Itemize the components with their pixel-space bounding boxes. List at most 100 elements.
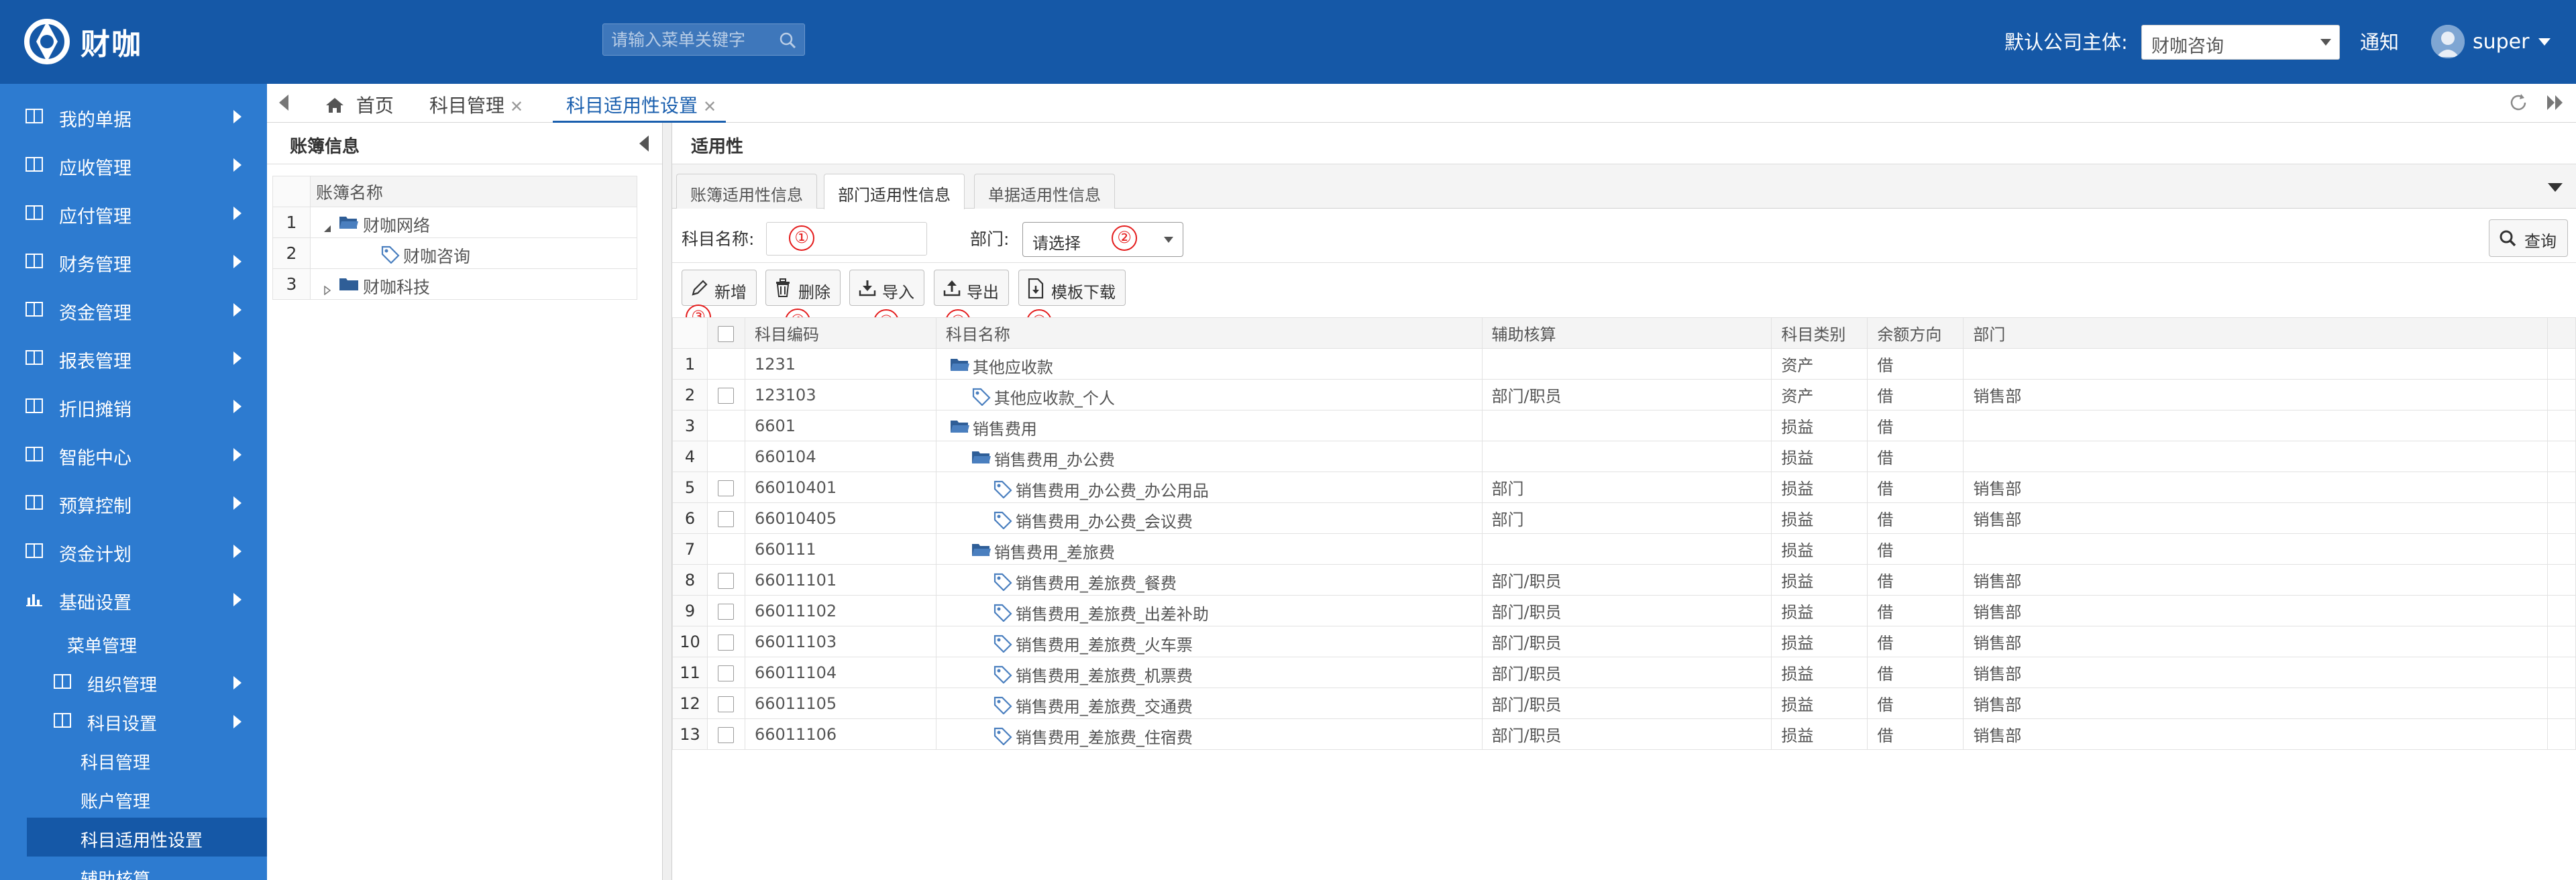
tab-scroll-right-icon[interactable] xyxy=(2545,93,2565,115)
row-checkbox-cell[interactable] xyxy=(706,533,745,565)
cell-name[interactable]: 销售费用 xyxy=(935,410,1483,441)
checkbox[interactable] xyxy=(718,480,735,496)
cell-name[interactable]: 销售费用_办公费 xyxy=(935,441,1483,472)
row-checkbox-cell[interactable] xyxy=(706,718,745,750)
sidebar-item-depreciation[interactable]: 折旧摊销 xyxy=(0,382,267,430)
column-header-balance[interactable]: 余额方向 xyxy=(1867,317,1964,349)
cell-name[interactable]: 其他应收款 xyxy=(935,348,1483,380)
checkbox[interactable] xyxy=(718,634,735,651)
checkbox[interactable] xyxy=(718,696,735,712)
checkbox[interactable] xyxy=(718,726,735,743)
sidebar-item-my-documents[interactable]: 我的单据 xyxy=(0,92,267,140)
tree-node[interactable]: 财咖咨询 xyxy=(310,237,637,269)
table-row[interactable]: 3 6601 销售费用 损益借 xyxy=(672,410,2576,441)
row-checkbox-cell[interactable] xyxy=(706,564,745,596)
sidebar-item-payables[interactable]: 应付管理 xyxy=(0,188,267,237)
table-row[interactable]: 13 66011106 销售费用_差旅费_住宿费 部门/职员 损益借销售部 xyxy=(672,718,2576,750)
close-icon[interactable]: ✕ xyxy=(703,97,716,116)
sidebar-item-fund-plan[interactable]: 资金计划 xyxy=(0,527,267,575)
row-checkbox-cell[interactable] xyxy=(706,657,745,688)
cell-name[interactable]: 销售费用_差旅费_交通费 xyxy=(935,688,1483,719)
checkbox[interactable] xyxy=(718,510,735,527)
tab-subject-applicability[interactable]: 科目适用性设置 ✕ xyxy=(553,84,727,123)
table-row[interactable]: 3 财咖科技 xyxy=(272,268,637,300)
sidebar-sub-menu-mgmt[interactable]: 菜单管理 xyxy=(0,623,267,662)
row-checkbox-cell[interactable] xyxy=(706,472,745,503)
tree-collapse-icon[interactable] xyxy=(323,280,332,299)
row-checkbox-cell[interactable] xyxy=(706,410,745,441)
cell-name[interactable]: 销售费用_差旅费_火车票 xyxy=(935,626,1483,657)
tab-ledger-applicability[interactable]: 账簿适用性信息 xyxy=(676,174,817,209)
search-icon[interactable] xyxy=(779,32,796,49)
import-button[interactable]: 导入 xyxy=(849,270,924,306)
notify-link[interactable]: 通知 xyxy=(2360,27,2399,55)
template-download-button[interactable]: 模板下载 xyxy=(1018,270,1126,306)
checkbox[interactable] xyxy=(718,325,735,342)
table-row[interactable]: 7 660111 销售费用_差旅费 损益借 xyxy=(672,533,2576,565)
row-checkbox-cell[interactable] xyxy=(706,626,745,657)
select-all-checkbox[interactable] xyxy=(706,317,745,349)
tab-dept-applicability[interactable]: 部门适用性信息 xyxy=(824,174,965,209)
panel-splitter[interactable] xyxy=(663,123,672,880)
delete-button[interactable]: 删除 xyxy=(765,270,841,306)
tab-scroll-left-icon[interactable] xyxy=(279,95,288,111)
table-row[interactable]: 11 66011104 销售费用_差旅费_机票费 部门/职员 损益借销售部 xyxy=(672,657,2576,688)
column-header-name[interactable]: 科目名称 xyxy=(935,317,1483,349)
cell-name[interactable]: 销售费用_差旅费_出差补助 xyxy=(935,595,1483,626)
tree-expand-icon[interactable] xyxy=(323,218,332,237)
row-checkbox-cell[interactable] xyxy=(706,441,745,472)
sidebar-sub-subject-settings[interactable]: 科目设置 xyxy=(0,701,267,740)
row-checkbox-cell[interactable] xyxy=(706,502,745,534)
checkbox[interactable] xyxy=(718,387,735,404)
table-row[interactable]: 5 66010401 销售费用_办公费_办公用品 部门 损益借销售部 xyxy=(672,472,2576,503)
menu-search-input[interactable] xyxy=(603,24,771,55)
tab-home[interactable]: 首页 xyxy=(325,84,394,123)
checkbox[interactable] xyxy=(718,572,735,589)
sidebar-item-funds[interactable]: 资金管理 xyxy=(0,285,267,333)
sidebar-sub-subject-applicability[interactable]: 科目适用性设置 xyxy=(27,818,267,857)
add-button[interactable]: 新增 xyxy=(682,270,757,306)
tree-node[interactable]: 财咖网络 xyxy=(310,207,637,238)
sidebar-item-budget[interactable]: 预算控制 xyxy=(0,478,267,527)
sidebar-sub-account-mgmt[interactable]: 账户管理 xyxy=(0,779,267,818)
table-row[interactable]: 6 66010405 销售费用_办公费_会议费 部门 损益借销售部 xyxy=(672,502,2576,534)
checkbox[interactable] xyxy=(718,603,735,620)
menu-search-box[interactable] xyxy=(602,23,805,56)
company-select[interactable]: 财咖咨询 xyxy=(2141,25,2340,60)
tree-node[interactable]: 财咖科技 xyxy=(310,268,637,300)
row-checkbox-cell[interactable] xyxy=(706,379,745,410)
row-checkbox-cell[interactable] xyxy=(706,348,745,380)
app-logo[interactable]: 财咖 xyxy=(23,15,142,68)
refresh-icon[interactable] xyxy=(2508,92,2529,116)
tab-doc-applicability[interactable]: 单据适用性信息 xyxy=(974,174,1115,209)
tab-subject-mgmt[interactable]: 科目管理 ✕ xyxy=(429,84,523,123)
table-row[interactable]: 12 66011105 销售费用_差旅费_交通费 部门/职员 损益借销售部 xyxy=(672,688,2576,719)
sidebar-item-smart-center[interactable]: 智能中心 xyxy=(0,430,267,478)
row-checkbox-cell[interactable] xyxy=(706,688,745,719)
collapse-left-icon[interactable] xyxy=(639,135,649,152)
user-menu[interactable]: super xyxy=(2431,22,2551,61)
column-header-code[interactable]: 科目编码 xyxy=(744,317,936,349)
sidebar-sub-subject-mgmt[interactable]: 科目管理 xyxy=(0,740,267,779)
row-checkbox-cell[interactable] xyxy=(706,595,745,626)
export-button[interactable]: 导出 xyxy=(934,270,1009,306)
table-row[interactable]: 2 财咖咨询 xyxy=(272,237,637,269)
sidebar-item-finance[interactable]: 财务管理 xyxy=(0,237,267,285)
table-row[interactable]: 1 1231 其他应收款 资产借 xyxy=(672,348,2576,380)
table-row[interactable]: 1 财咖网络 xyxy=(272,207,637,238)
sidebar-item-basic-settings[interactable]: 基础设置 xyxy=(0,575,267,623)
column-header-category[interactable]: 科目类别 xyxy=(1771,317,1868,349)
sidebar-sub-aux-accounting[interactable]: 辅助核算 xyxy=(0,857,267,880)
close-icon[interactable]: ✕ xyxy=(510,97,523,116)
column-header-ledger-name[interactable]: 账簿名称 xyxy=(310,176,637,207)
table-row[interactable]: 2 123103 其他应收款_个人 部门/职员 资产借销售部 xyxy=(672,379,2576,410)
table-row[interactable]: 4 660104 销售费用_办公费 损益借 xyxy=(672,441,2576,472)
cell-name[interactable]: 销售费用_办公费_会议费 xyxy=(935,502,1483,534)
sidebar-sub-org-mgmt[interactable]: 组织管理 xyxy=(0,662,267,701)
cell-name[interactable]: 销售费用_差旅费_住宿费 xyxy=(935,718,1483,750)
table-row[interactable]: 9 66011102 销售费用_差旅费_出差补助 部门/职员 损益借销售部 xyxy=(672,595,2576,626)
column-header-aux[interactable]: 辅助核算 xyxy=(1481,317,1772,349)
column-header-dept[interactable]: 部门 xyxy=(1963,317,2548,349)
checkbox[interactable] xyxy=(718,665,735,681)
query-button[interactable]: 查询 xyxy=(2489,219,2568,257)
